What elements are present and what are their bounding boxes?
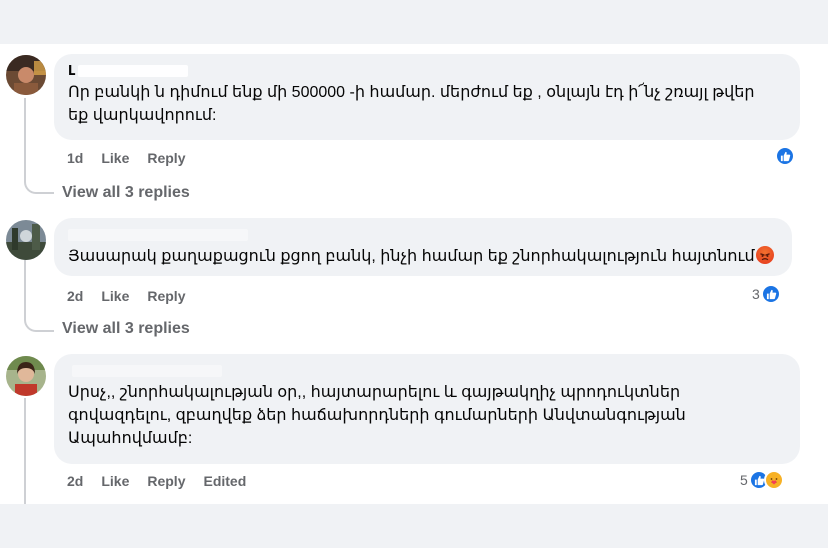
like-button[interactable]: Like [101,473,129,489]
comment-actions: 1d Like Reply [67,150,185,166]
comment-bubble: Լ Որ բանկի ն դիմում ենք մի 500000 -ի համ… [54,54,800,140]
reaction-summary[interactable]: 3 [752,284,781,304]
comment-time[interactable]: 2d [67,473,83,489]
reply-button[interactable]: Reply [147,473,185,489]
comment-text: Որ բանկի ն դիմում ենք մի 500000 -ի համար… [68,84,755,124]
comments-panel: Լ Որ բանկի ն դիմում ենք մի 500000 -ի համ… [0,44,828,504]
comment-bubble: Յասարակ քաղաքացուն քցող բանկ, ինչի համար… [54,218,792,276]
comment-author[interactable] [68,363,786,381]
avatar[interactable] [6,55,46,95]
edited-label: Edited [203,473,247,489]
view-replies-link[interactable]: View all 3 replies [62,184,190,202]
like-icon [775,146,795,166]
thread-elbow [24,180,54,194]
comment-text: Սրսչ,, շնորհակալության օր,, հայտարարելու… [68,384,686,447]
avatar[interactable] [6,220,46,260]
angry-emoji-icon [755,246,774,264]
like-icon [760,284,781,304]
reaction-summary[interactable]: 5 [740,470,784,490]
thread-elbow [24,318,54,332]
comment-author[interactable]: Լ [68,63,786,81]
like-button[interactable]: Like [101,288,129,304]
reply-button[interactable]: Reply [147,150,185,166]
comment-author[interactable] [68,227,778,245]
care-icon [763,470,784,490]
avatar[interactable] [6,356,46,396]
redaction [72,365,222,377]
reaction-count: 5 [740,472,748,488]
reply-button[interactable]: Reply [147,288,185,304]
redaction [78,65,188,77]
comment-time[interactable]: 1d [67,150,83,166]
comment-actions: 2d Like Reply [67,288,185,304]
thread-line [24,398,26,504]
view-replies-link[interactable]: View all 3 replies [62,320,190,338]
like-button[interactable]: Like [101,150,129,166]
reaction-summary[interactable] [775,146,795,166]
reaction-count: 3 [752,286,760,302]
comment-time[interactable]: 2d [67,288,83,304]
thread-line [24,98,26,182]
comment-text: Յասարակ քաղաքացուն քցող բանկ, ինչի համար… [68,245,778,268]
comment-bubble: Սրսչ,, շնորհակալության օր,, հայտարարելու… [54,354,800,464]
comment-actions: 2d Like Reply Edited [67,473,246,489]
redaction [68,229,248,241]
thread-line [24,260,26,320]
